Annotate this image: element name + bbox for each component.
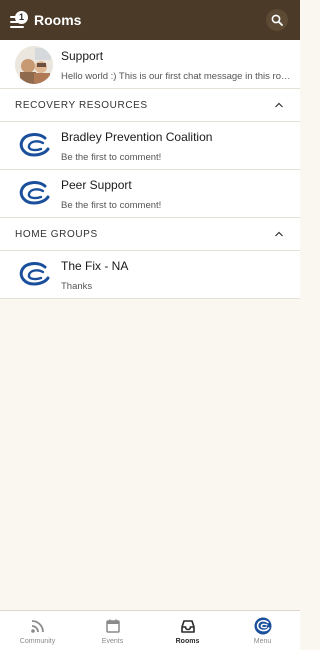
room-logo bbox=[14, 126, 54, 166]
brand-logo-icon bbox=[19, 181, 50, 205]
room-text: Bradley Prevention Coalition Be the firs… bbox=[61, 126, 293, 169]
room-logo bbox=[14, 174, 54, 214]
room-last-message: Hello world :) This is our first chat me… bbox=[61, 71, 293, 82]
tab-icon-wrap bbox=[254, 617, 272, 635]
room-last-message: Be the first to comment! bbox=[61, 152, 162, 163]
tab-label: Community bbox=[19, 638, 56, 645]
room-name: The Fix - NA bbox=[61, 259, 129, 273]
room-item-peer-support[interactable]: Peer Support Be the first to comment! bbox=[0, 170, 300, 218]
tab-events[interactable]: Events bbox=[75, 611, 150, 650]
room-last-message: Thanks bbox=[61, 281, 93, 292]
tab-icon-wrap bbox=[179, 617, 197, 635]
chevron-up-icon bbox=[275, 102, 283, 108]
notification-badge: 1 bbox=[15, 11, 28, 24]
top-app-bar: 1 Rooms bbox=[0, 0, 300, 40]
search-icon bbox=[271, 14, 283, 26]
tab-icon-wrap bbox=[29, 617, 47, 635]
tab-label: Events bbox=[101, 638, 124, 645]
page-title: Rooms bbox=[34, 12, 82, 28]
app-logo-icon bbox=[254, 617, 271, 635]
tab-icon-wrap bbox=[104, 617, 122, 635]
section-label: HOME GROUPS bbox=[15, 228, 98, 240]
menu-toggle-button[interactable]: 1 bbox=[10, 11, 28, 28]
room-name: Support bbox=[61, 49, 104, 63]
search-button[interactable] bbox=[266, 9, 288, 31]
chevron-up-icon bbox=[275, 231, 283, 237]
calendar-icon bbox=[105, 619, 120, 633]
room-text: Support Hello world :) This is our first… bbox=[61, 45, 293, 88]
room-text: Peer Support Be the first to comment! bbox=[61, 174, 293, 217]
room-item-support[interactable]: Support Hello world :) This is our first… bbox=[0, 40, 300, 89]
tab-label: Menu bbox=[253, 638, 272, 645]
tab-menu[interactable]: Menu bbox=[225, 611, 300, 650]
brand-logo-icon bbox=[19, 262, 50, 286]
rss-icon bbox=[30, 620, 44, 633]
brand-logo-icon bbox=[19, 133, 50, 157]
section-header-home-groups[interactable]: HOME GROUPS bbox=[0, 218, 300, 251]
room-avatar bbox=[15, 46, 53, 84]
room-item-the-fix-na[interactable]: The Fix - NA Thanks bbox=[0, 251, 300, 299]
room-avatar-wrap bbox=[14, 45, 54, 85]
section-header-recovery-resources[interactable]: RECOVERY RESOURCES bbox=[0, 89, 300, 122]
tab-community[interactable]: Community bbox=[0, 611, 75, 650]
hamburger-icon-bar bbox=[10, 26, 24, 28]
section-label: RECOVERY RESOURCES bbox=[15, 99, 148, 111]
room-item-bradley-prevention-coalition[interactable]: Bradley Prevention Coalition Be the firs… bbox=[0, 122, 300, 170]
bottom-navigation: Community Events Rooms Menu bbox=[0, 610, 300, 650]
room-name: Bradley Prevention Coalition bbox=[61, 130, 213, 144]
rooms-list: Support Hello world :) This is our first… bbox=[0, 40, 300, 299]
room-text: The Fix - NA Thanks bbox=[61, 255, 293, 298]
room-last-message: Be the first to comment! bbox=[61, 200, 162, 211]
inbox-icon bbox=[180, 620, 195, 633]
tab-label: Rooms bbox=[175, 638, 200, 645]
tab-rooms[interactable]: Rooms bbox=[150, 611, 225, 650]
room-name: Peer Support bbox=[61, 178, 132, 192]
room-logo bbox=[14, 255, 54, 295]
